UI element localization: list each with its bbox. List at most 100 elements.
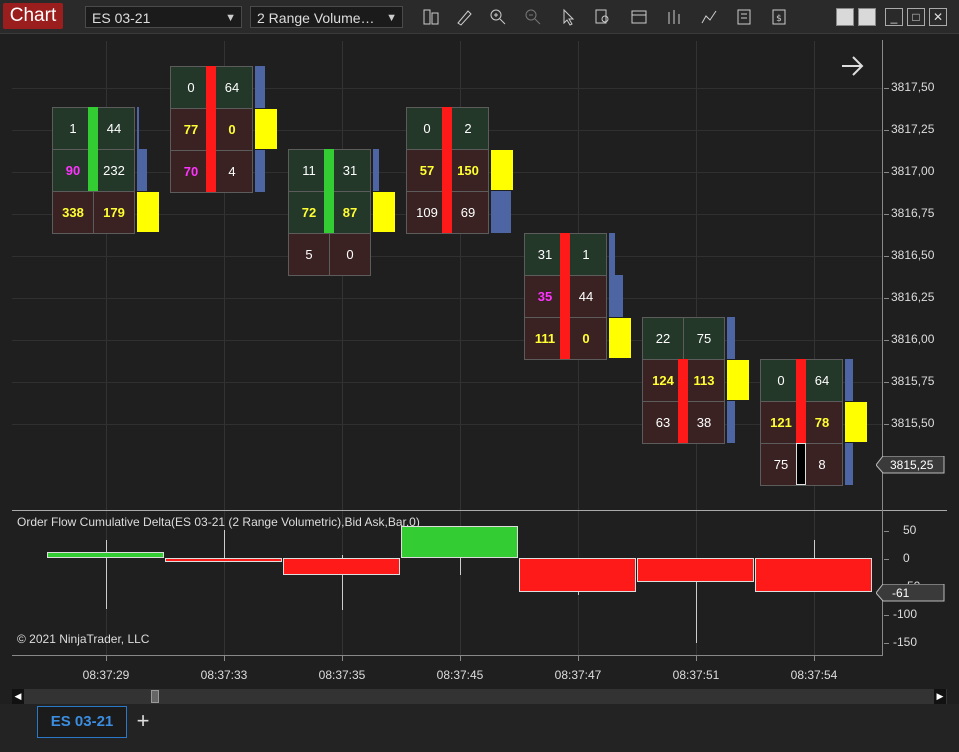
search-bars-icon[interactable] <box>592 6 614 28</box>
properties-icon[interactable] <box>733 6 755 28</box>
indicator-label: 50 <box>903 523 917 537</box>
time-tick <box>460 656 461 661</box>
time-axis-line <box>12 655 882 656</box>
poc-marker <box>137 192 159 232</box>
bar-type-selector[interactable]: 2 Range Volume… ▼ <box>250 6 403 28</box>
delta-wick <box>106 540 107 609</box>
indicator-tick <box>884 643 889 644</box>
volume-profile-bar <box>255 66 265 108</box>
scroll-right-icon[interactable]: ▶ <box>934 689 946 704</box>
footprint-cell: 69 <box>447 191 489 234</box>
footprint-cell: 87 <box>329 191 371 234</box>
bars-icon[interactable] <box>663 6 685 28</box>
tab-es-03-21[interactable]: ES 03-21 <box>37 706 127 738</box>
bar-body <box>324 149 334 233</box>
poc-marker <box>373 192 395 232</box>
volume-profile-bar <box>137 107 139 149</box>
time-label: 08:37:33 <box>200 668 248 682</box>
time-label: 08:37:47 <box>554 668 602 682</box>
time-label: 08:37:29 <box>82 668 130 682</box>
volume-profile-bar <box>255 150 265 192</box>
close-icon[interactable]: ✕ <box>929 8 947 26</box>
current-price-label: 3815,25 <box>890 458 934 472</box>
time-tick <box>814 656 815 661</box>
price-label: 3815,50 <box>891 416 935 430</box>
bar-body <box>678 359 688 443</box>
time-tick <box>578 656 579 661</box>
footprint-cell: 1 <box>565 233 607 276</box>
footprint-cell: 4 <box>211 150 253 193</box>
current-delta-label: -61 <box>892 586 910 600</box>
data-series-icon[interactable] <box>420 6 442 28</box>
bar-body <box>560 233 570 359</box>
zoom-in-icon[interactable] <box>487 6 509 28</box>
price-axis-line <box>882 40 883 656</box>
maximize-icon[interactable]: □ <box>907 8 925 26</box>
time-label: 08:37:51 <box>672 668 720 682</box>
poc-marker <box>255 109 277 149</box>
footprint-cell: 232 <box>93 149 135 192</box>
current-price-marker: 3815,25 <box>876 456 945 474</box>
grid-line <box>12 382 882 383</box>
time-label: 08:37:54 <box>790 668 838 682</box>
time-label: 08:37:45 <box>436 668 484 682</box>
layout-icon[interactable] <box>836 8 854 26</box>
footprint-cell: 0 <box>211 108 253 151</box>
chart-menu-button[interactable]: Chart <box>3 3 63 29</box>
footprint-cell: 179 <box>93 191 135 234</box>
scroll-left-icon[interactable]: ◀ <box>12 689 24 704</box>
price-tick <box>884 214 889 215</box>
delta-bar <box>401 526 518 558</box>
instrument-selector[interactable]: ES 03-21 ▼ <box>85 6 242 28</box>
price-label: 3816,75 <box>891 206 935 220</box>
delta-bar <box>637 558 754 582</box>
delta-bar <box>47 552 164 558</box>
layout-icon[interactable] <box>858 8 876 26</box>
chart-trader-icon[interactable] <box>628 6 650 28</box>
poc-marker <box>845 402 867 442</box>
footprint-cell: 64 <box>211 66 253 109</box>
price-label: 3817,50 <box>891 80 935 94</box>
time-label: 08:37:35 <box>318 668 366 682</box>
title-bar: Chart ES 03-21 ▼ 2 Range Volume… ▼ $ _ □… <box>0 0 959 34</box>
volume-profile-bar <box>845 359 853 401</box>
horizontal-scrollbar[interactable]: ◀ ▶ <box>12 689 947 704</box>
scroll-thumb[interactable] <box>151 690 159 703</box>
price-label: 3817,00 <box>891 164 935 178</box>
pencil-draw-icon[interactable] <box>453 6 475 28</box>
footprint-cell: 113 <box>683 359 725 402</box>
poc-marker <box>727 360 749 400</box>
volume-profile-bar <box>727 317 735 359</box>
bar-body <box>796 443 806 485</box>
add-tab-icon[interactable]: + <box>131 710 155 734</box>
poc-marker <box>491 150 513 190</box>
indicator-tick <box>884 531 889 532</box>
zoom-out-icon[interactable] <box>522 6 544 28</box>
delta-bar <box>283 558 400 575</box>
bar-body <box>88 107 98 191</box>
footprint-cell: 75 <box>683 317 725 360</box>
time-tick <box>696 656 697 661</box>
footprint-cell: 150 <box>447 149 489 192</box>
pointer-icon[interactable] <box>557 6 579 28</box>
delta-bar <box>165 558 282 562</box>
volume-profile-bar <box>137 149 147 191</box>
grid-line <box>12 340 882 341</box>
indicator-title: Order Flow Cumulative Delta(ES 03-21 (2 … <box>17 515 420 529</box>
footprint-cell: 64 <box>801 359 843 402</box>
scroll-to-end-icon[interactable] <box>838 52 866 85</box>
volume-profile-bar <box>491 191 511 233</box>
time-tick <box>224 656 225 661</box>
grid-line <box>12 424 882 425</box>
strategy-icon[interactable] <box>698 6 720 28</box>
price-label: 3817,25 <box>891 122 935 136</box>
delta-bar <box>519 558 636 592</box>
alerts-icon[interactable]: $ <box>768 6 790 28</box>
volume-profile-bar <box>845 443 853 485</box>
bar-body <box>206 66 216 192</box>
minimize-icon[interactable]: _ <box>885 8 903 26</box>
price-label: 3816,50 <box>891 248 935 262</box>
bar-type-value: 2 Range Volume… <box>257 10 375 26</box>
price-tick <box>884 172 889 173</box>
price-label: 3816,25 <box>891 290 935 304</box>
